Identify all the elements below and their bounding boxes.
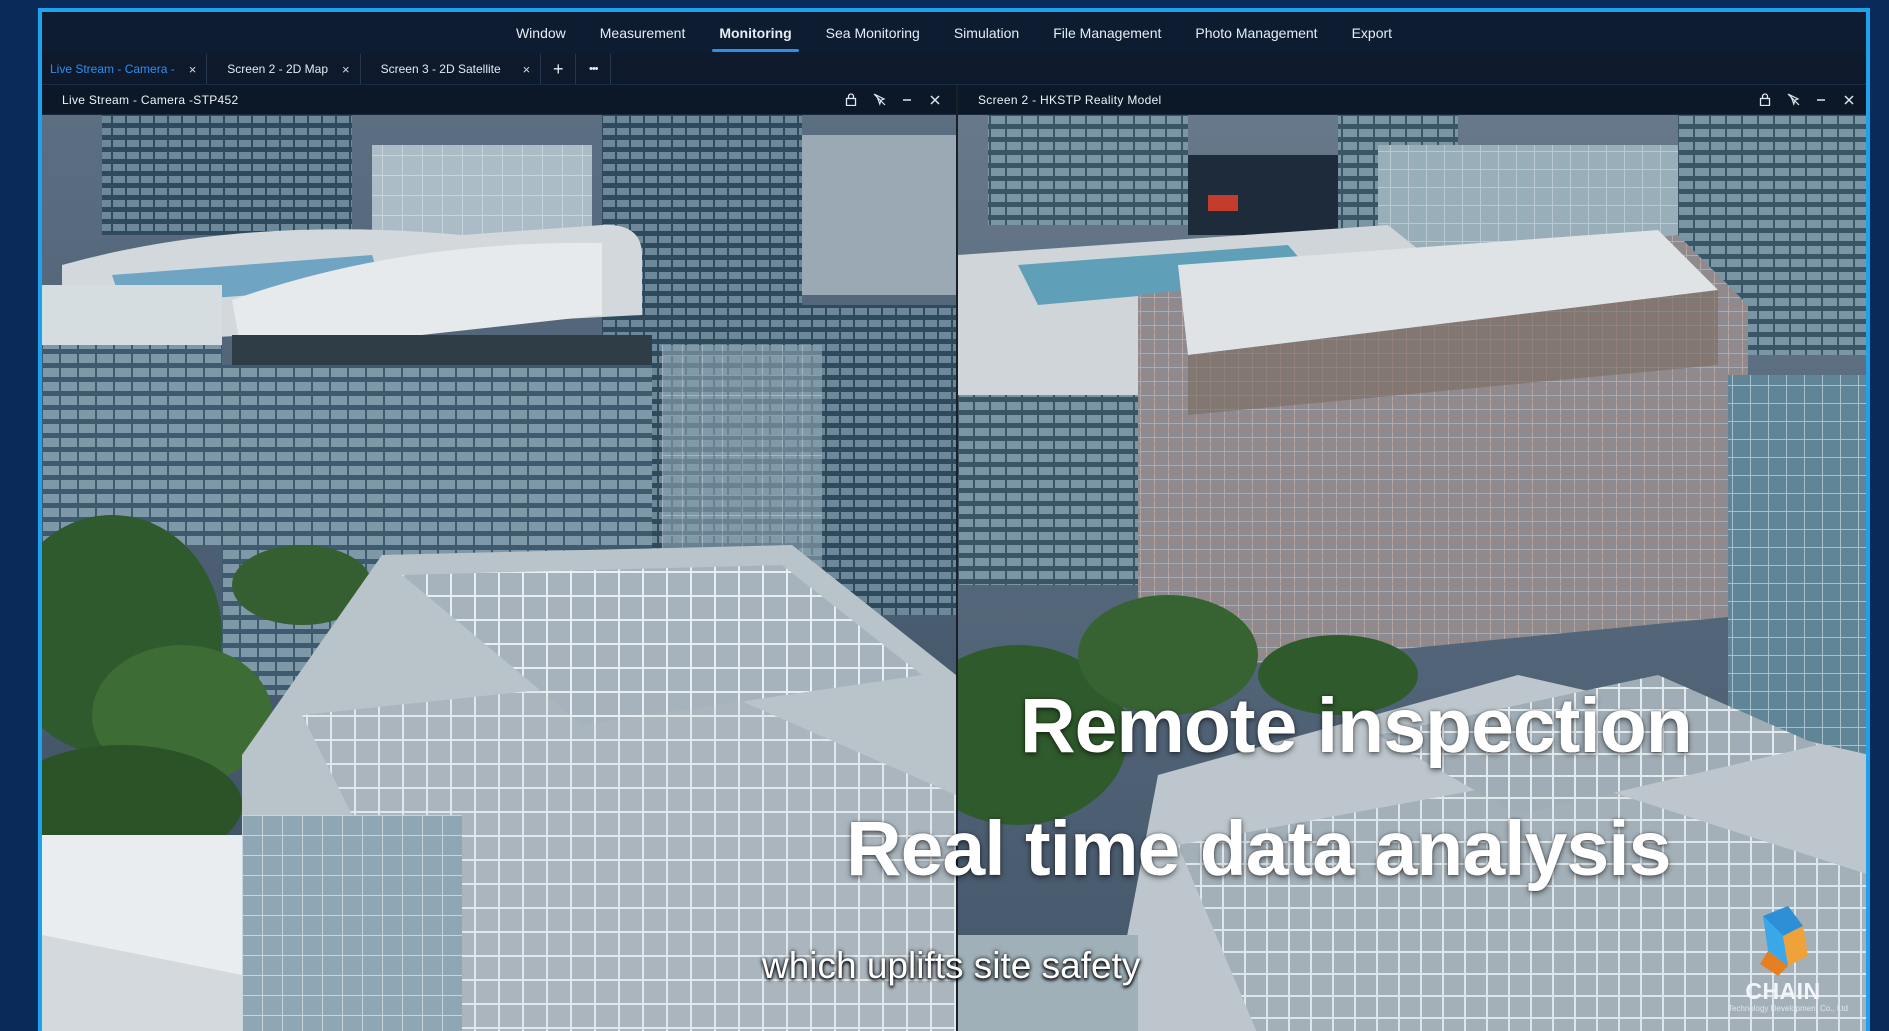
add-tab-button[interactable]: +	[541, 54, 577, 84]
menu-window[interactable]: Window	[499, 12, 583, 54]
menu-measurement[interactable]: Measurement	[583, 12, 703, 54]
panel-header: Live Stream - Camera -STP452	[42, 85, 956, 115]
panel-title: Screen 2 - HKSTP Reality Model	[978, 92, 1162, 107]
panel-title: Live Stream - Camera -STP452	[62, 92, 239, 107]
close-icon[interactable]: ×	[189, 62, 197, 77]
live-stream-panel: Live Stream - Camera -STP452	[42, 85, 956, 1031]
minimize-icon[interactable]	[1814, 93, 1828, 107]
logo-name: CHAIN	[1745, 978, 1821, 1004]
top-menubar: Window Measurement Monitoring Sea Monito…	[42, 12, 1866, 55]
panel-header: Screen 2 - HKSTP Reality Model	[958, 85, 1866, 115]
tab-2d-satellite[interactable]: Screen 3 - 2D Satellite ×	[361, 54, 542, 84]
close-icon[interactable]	[928, 93, 942, 107]
close-icon[interactable]: ×	[523, 62, 531, 77]
more-options-button[interactable]: •••	[576, 54, 612, 84]
tab-live-stream[interactable]: Live Stream - Camera - ×	[42, 54, 208, 84]
menu-simulation[interactable]: Simulation	[937, 12, 1036, 54]
tab-label: Screen 3 - 2D Satellite	[380, 62, 501, 76]
video-subtitle: which uplifts site safety	[762, 945, 1141, 986]
menu-file-management[interactable]: File Management	[1036, 12, 1178, 54]
lock-icon[interactable]	[844, 93, 858, 107]
tab-strip: Live Stream - Camera - × Screen 2 - 2D M…	[42, 54, 1866, 85]
lock-icon[interactable]	[1758, 93, 1772, 107]
menu-monitoring[interactable]: Monitoring	[702, 12, 808, 54]
headline-real-time-analysis: Real time data analysis	[846, 806, 1671, 892]
tab-2d-map[interactable]: Screen 2 - 2D Map ×	[207, 54, 361, 84]
headline-remote-inspection: Remote inspection	[1020, 683, 1693, 769]
menu-export[interactable]: Export	[1335, 12, 1409, 54]
tab-label: Live Stream - Camera -	[50, 62, 175, 76]
camera-feed-view[interactable]	[42, 115, 956, 1031]
menu-photo-management[interactable]: Photo Management	[1178, 12, 1334, 54]
close-icon[interactable]	[1842, 93, 1856, 107]
pin-off-icon[interactable]	[1786, 93, 1800, 107]
close-icon[interactable]: ×	[342, 62, 350, 77]
tab-label: Screen 2 - 2D Map	[227, 62, 329, 76]
minimize-icon[interactable]	[900, 93, 914, 107]
logo-subtitle: Technology Development Co., Ltd	[1727, 1004, 1849, 1013]
menu-sea-monitoring[interactable]: Sea Monitoring	[809, 12, 937, 54]
pin-off-icon[interactable]	[872, 93, 886, 107]
